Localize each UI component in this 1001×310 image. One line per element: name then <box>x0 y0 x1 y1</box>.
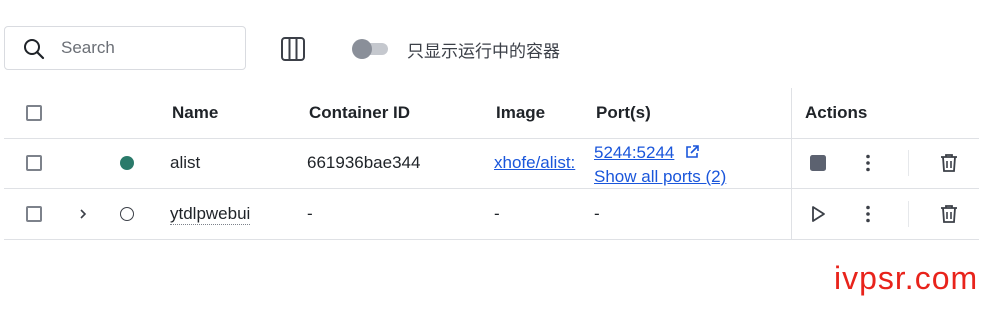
row-checkbox[interactable] <box>26 155 42 171</box>
search-icon <box>24 39 45 60</box>
select-all-checkbox[interactable] <box>26 105 42 121</box>
external-link-icon[interactable] <box>684 144 700 160</box>
toolbar: 只显示运行中的容器 <box>0 0 1001 96</box>
container-name[interactable]: alist <box>170 153 200 173</box>
column-header-image[interactable]: Image <box>496 103 545 123</box>
image-cell: xhofe/alist: <box>494 151 584 175</box>
container-id: 661936bae344 <box>307 153 421 172</box>
running-only-toggle[interactable] <box>352 39 390 59</box>
watermark: ivpsr.com <box>834 260 979 296</box>
table-header: Name Container ID Image Port(s) Actions <box>4 88 979 139</box>
chevron-right-icon[interactable] <box>76 207 90 221</box>
more-options-icon[interactable] <box>856 202 880 226</box>
search-input[interactable] <box>61 27 241 69</box>
delete-icon[interactable] <box>937 202 961 226</box>
column-header-container-id[interactable]: Container ID <box>309 103 410 123</box>
start-icon[interactable] <box>806 202 830 226</box>
stopped-status-icon <box>120 207 134 221</box>
row-checkbox[interactable] <box>26 206 42 222</box>
action-divider <box>908 150 909 176</box>
table-row[interactable]: ytdlpwebui - - - <box>4 189 979 240</box>
table-row[interactable]: alist 661936bae344 xhofe/alist: 5244:524… <box>4 138 979 189</box>
action-divider <box>908 201 909 227</box>
port-value: - <box>594 204 600 223</box>
stop-icon[interactable] <box>806 151 830 175</box>
toggle-label: 只显示运行中的容器 <box>407 42 560 62</box>
more-options-icon[interactable] <box>856 151 880 175</box>
image-link[interactable]: xhofe/alist: <box>494 153 575 173</box>
column-header-ports[interactable]: Port(s) <box>596 103 651 123</box>
column-header-actions: Actions <box>805 103 868 122</box>
delete-icon[interactable] <box>937 151 961 175</box>
column-header-name[interactable]: Name <box>172 103 218 123</box>
containers-table: Name Container ID Image Port(s) Actions … <box>4 88 979 240</box>
running-status-icon <box>120 156 134 170</box>
container-name[interactable]: ytdlpwebui <box>170 204 251 225</box>
image-value: - <box>494 204 500 223</box>
search-box[interactable] <box>4 26 246 70</box>
port-link[interactable]: 5244:5244 <box>594 143 674 163</box>
columns-icon[interactable] <box>279 35 307 63</box>
toggle-knob <box>352 39 372 59</box>
container-id: - <box>307 204 313 223</box>
actions-column-divider <box>791 88 792 239</box>
show-all-ports-link[interactable]: Show all ports (2) <box>594 167 726 187</box>
